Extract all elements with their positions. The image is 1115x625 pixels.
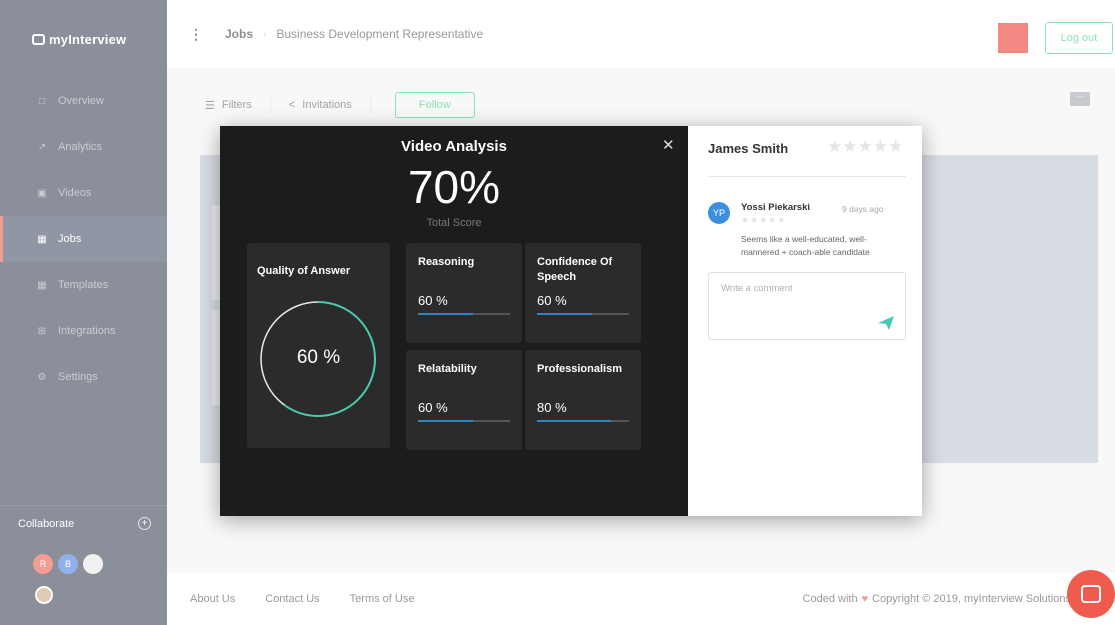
metric-label: Relatability <box>418 363 477 375</box>
metric-bar-fill <box>418 420 474 422</box>
metric-label: Professionalism <box>537 363 622 375</box>
reviewer-name: Yossi Piekarski <box>741 202 811 213</box>
metric-tile-relatability: Relatability 60 % <box>406 350 522 450</box>
metric-tile-reasoning: Reasoning 60 % <box>406 243 522 343</box>
review-rating: ★★★★★ <box>741 215 787 225</box>
candidate-panel: James Smith ★★★★★ YP Yossi Piekarski 9 d… <box>688 126 922 516</box>
metric-label: Reasoning <box>418 256 475 268</box>
quality-label: Quality of Answer <box>257 265 351 277</box>
quality-tile: Quality of Answer 60 % <box>247 243 390 448</box>
total-score-label: Total Score <box>426 217 482 229</box>
comment-placeholder: Write a comment <box>721 283 793 294</box>
metric-bar-fill <box>418 313 474 315</box>
review-text: Seems like a well-educated, well-mannere… <box>741 234 870 257</box>
metric-value: 60 % <box>418 293 448 308</box>
metric-bar <box>418 420 510 422</box>
metric-tile-confidence: Confidence Of Speech 60 % <box>525 243 641 343</box>
metric-bar <box>418 313 510 315</box>
reviewer-avatar: YP <box>708 202 730 224</box>
metric-bar <box>537 313 629 315</box>
chat-icon <box>1081 585 1101 603</box>
metric-value: 60 % <box>537 293 567 308</box>
total-score: 70% <box>407 161 501 213</box>
metric-bar-fill <box>537 313 593 315</box>
chat-widget-button[interactable] <box>1067 570 1115 618</box>
close-icon[interactable]: ✕ <box>662 136 675 154</box>
comment-input[interactable]: Write a comment <box>708 272 906 340</box>
video-analysis-modal: Video Analysis ✕ 70% Total Score Quality… <box>220 126 922 516</box>
divider <box>708 176 906 177</box>
metric-value: 80 % <box>537 400 567 415</box>
modal-title: Video Analysis <box>401 138 507 155</box>
candidate-rating[interactable]: ★★★★★ <box>827 137 903 157</box>
metric-tile-professionalism: Professionalism 80 % <box>525 350 641 450</box>
send-icon[interactable] <box>877 315 895 331</box>
quality-value: 60 % <box>296 347 341 368</box>
metric-bar-fill <box>537 420 611 422</box>
analysis-panel: Video Analysis ✕ 70% Total Score Quality… <box>220 126 688 516</box>
metric-bar <box>537 420 629 422</box>
candidate-name: James Smith <box>708 141 789 156</box>
metric-value: 60 % <box>418 400 448 415</box>
review-time: 9 days ago <box>842 204 884 214</box>
metric-label: Confidence Of Speech <box>537 256 613 283</box>
